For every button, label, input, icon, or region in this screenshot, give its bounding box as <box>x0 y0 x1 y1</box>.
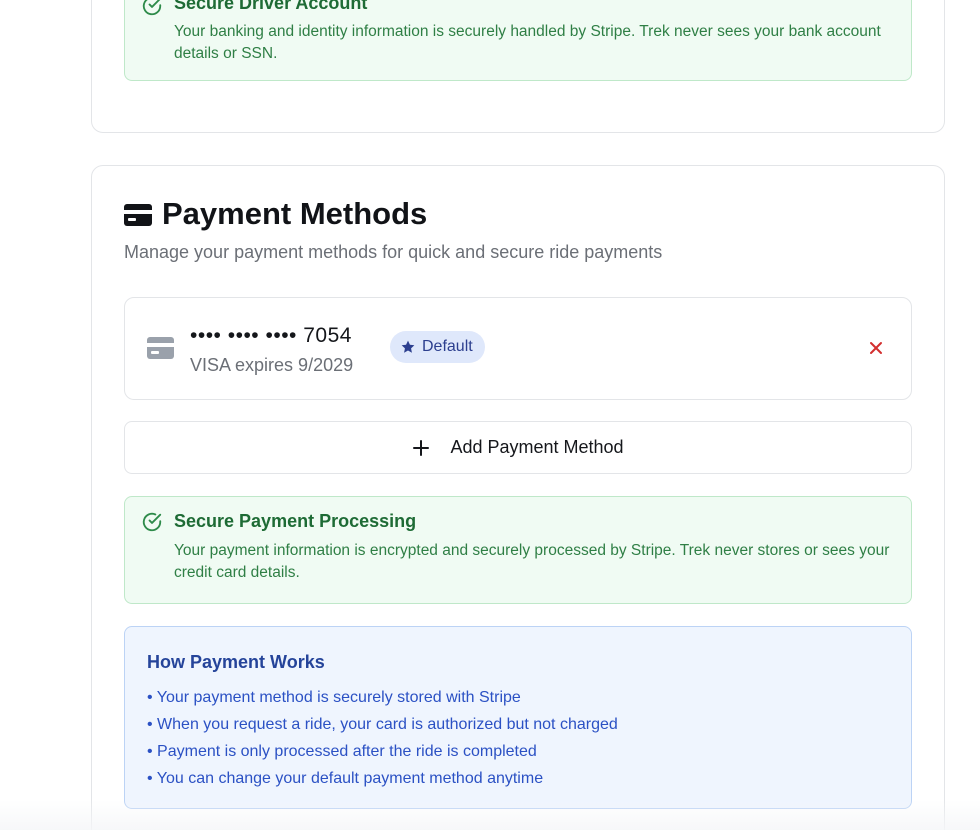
list-item: • Your payment method is securely stored… <box>147 689 521 706</box>
secure-payment-title: Secure Payment Processing <box>174 511 417 531</box>
how-payment-works-list: • Your payment method is securely stored… <box>147 684 618 792</box>
add-payment-method-button[interactable]: Add Payment Method <box>124 421 912 474</box>
secure-driver-body: Your banking and identity information is… <box>174 23 881 62</box>
payment-methods-card: Payment Methods Manage your payment meth… <box>91 165 945 830</box>
secure-payment-notice: Secure Payment Processing Your payment i… <box>124 496 912 604</box>
list-item: • Payment is only processed after the ri… <box>147 743 537 760</box>
credit-card-icon <box>124 204 152 226</box>
default-badge-label: Default <box>422 338 473 355</box>
list-item: • You can change your default payment me… <box>147 770 544 787</box>
close-icon[interactable] <box>867 339 885 357</box>
plus-icon <box>413 439 430 456</box>
card-expiry: VISA expires 9/2029 <box>190 355 354 375</box>
secure-driver-title: Secure Driver Account <box>174 0 368 13</box>
card-number: •••• •••• •••• 7054 <box>190 324 352 347</box>
page-subtitle: Manage your payment methods for quick an… <box>124 242 663 262</box>
star-icon <box>401 340 415 353</box>
credit-card-icon <box>147 337 174 359</box>
page-title: Payment Methods <box>162 196 428 231</box>
check-circle-icon <box>142 0 162 16</box>
secure-payment-body: Your payment information is encrypted an… <box>174 542 890 581</box>
secure-driver-notice: Secure Driver Account Your banking and i… <box>124 0 912 81</box>
page: Secure Driver Account Your banking and i… <box>0 0 980 830</box>
driver-account-card: Secure Driver Account Your banking and i… <box>91 0 945 133</box>
how-payment-works-title: How Payment Works <box>147 652 325 672</box>
check-circle-icon <box>142 512 162 532</box>
add-payment-method-label: Add Payment Method <box>450 437 624 457</box>
list-item: • When you request a ride, your card is … <box>147 716 618 733</box>
default-badge: Default <box>390 331 485 363</box>
how-payment-works-panel: How Payment Works • Your payment method … <box>124 626 912 809</box>
payment-method-item[interactable]: •••• •••• •••• 7054 VISA expires 9/2029 … <box>124 297 912 400</box>
